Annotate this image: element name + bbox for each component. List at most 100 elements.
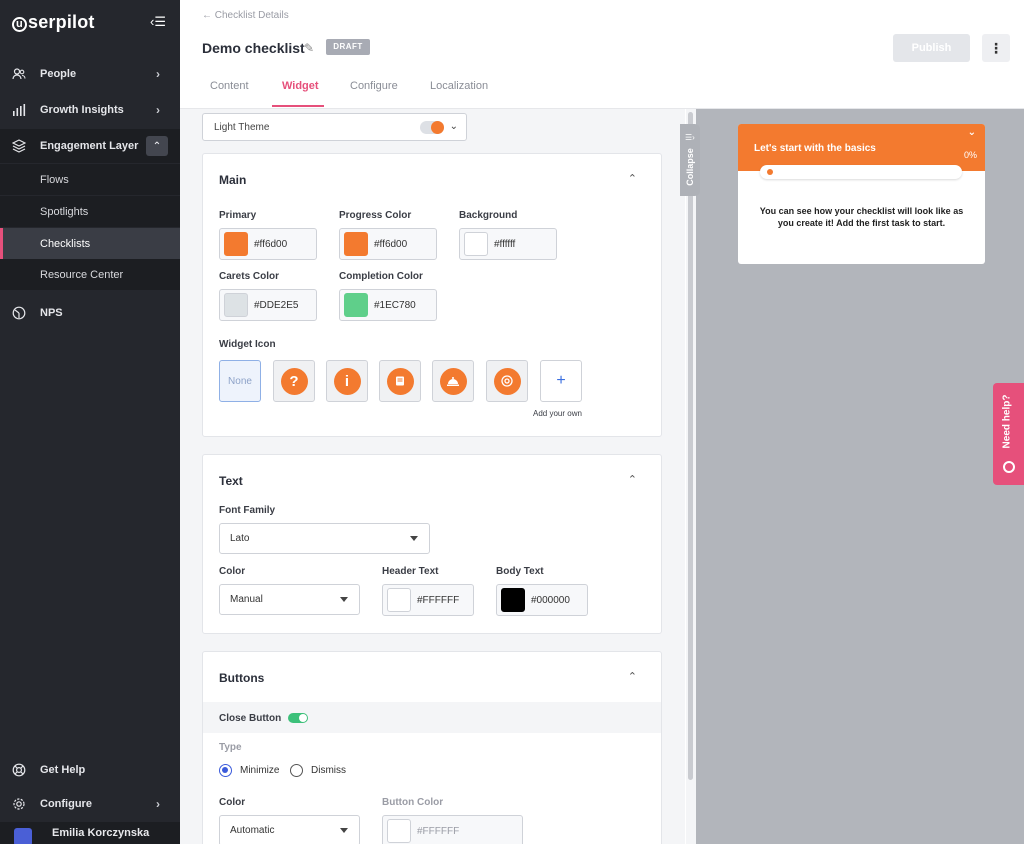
lifebuoy-icon [11,762,27,778]
chevron-up-icon[interactable]: ⌃ [628,670,637,683]
sidebar-item-engagement-layer[interactable]: Engagement Layer ⌃ [0,129,180,163]
sidebar-item-configure[interactable]: Configure › [0,787,180,821]
lifebuoy-icon [1003,461,1015,473]
info-icon: i [333,367,361,395]
header-text-swatch[interactable] [387,588,411,612]
progress-swatch[interactable] [344,232,368,256]
need-help-tab[interactable]: Need help? [993,383,1024,485]
lifebuoy-icon [493,367,521,395]
widget-icon-book[interactable] [379,360,421,402]
button-color-swatch[interactable] [387,819,411,843]
collapse-sidebar-icon[interactable]: ‹☰ [150,14,166,30]
background-swatch[interactable] [464,232,488,256]
primary-swatch[interactable] [224,232,248,256]
completion-color-field[interactable]: #1EC780 [339,289,437,321]
edit-pencil-icon[interactable]: ✎ [304,41,314,55]
widget-settings-panel: Light Theme ⌄ Main ⌃ Primary #ff6d00 Pro… [180,109,685,844]
sidebar-item-resource-center[interactable]: Resource Center [0,259,180,290]
font-family-select[interactable]: Lato [219,523,430,554]
add-icon-button[interactable]: + [540,360,582,402]
button-color-field[interactable]: #FFFFFF [382,815,523,844]
tab-widget[interactable]: Widget [282,80,319,92]
buttons-card: Buttons ⌃ Close Button Type Minimize Dis… [202,651,662,844]
theme-toggle[interactable] [420,121,444,134]
gear-icon [11,796,27,812]
widget-icon-info[interactable]: i [326,360,368,402]
primary-label: Primary [219,210,257,221]
add-your-own-label: Add your own [533,409,582,418]
minimize-radio[interactable] [219,764,232,777]
tab-content[interactable]: Content [210,80,249,92]
primary-color-field[interactable]: #ff6d00 [219,228,317,260]
progress-color-label: Progress Color [339,210,412,221]
chevron-right-icon: › [156,797,160,811]
widget-icon-question[interactable]: ? [273,360,315,402]
button-color-mode-select[interactable]: Automatic [219,815,360,844]
dropdown-caret-icon [340,597,348,602]
widget-icon-none[interactable]: None [219,360,261,402]
breadcrumb[interactable]: ← Checklist Details [202,10,289,21]
service-bell-icon [439,367,467,395]
button-color-mode-label: Color [219,797,246,808]
chevron-down-icon: ⌄ [449,121,458,132]
completion-swatch[interactable] [344,293,368,317]
userpilot-logo[interactable]: u serpilot [12,12,95,33]
theme-select[interactable]: Light Theme ⌄ [202,113,467,141]
page-title: Demo checklist [202,40,305,56]
publish-button[interactable]: Publish [893,34,970,62]
text-card: Text ⌃ Font Family Lato Color Manual Hea… [202,454,662,634]
tab-configure[interactable]: Configure [350,80,398,92]
minimize-label: Minimize [240,765,280,776]
background-label: Background [459,210,518,221]
chevron-up-icon[interactable]: ⌃ [146,136,168,156]
people-icon [11,66,27,82]
dismiss-label: Dismiss [311,765,346,776]
collapse-preview-tab[interactable]: ☰› Collapse [680,124,700,196]
body-text-color-field[interactable]: #000000 [496,584,588,616]
widget-title: Let's start with the basics [754,143,876,154]
main-card: Main ⌃ Primary #ff6d00 Progress Color #f… [202,153,662,437]
body-text-swatch[interactable] [501,588,525,612]
status-badge: DRAFT [326,39,370,55]
sidebar-item-growth-insights[interactable]: Growth Insights › [0,93,180,127]
close-button-toggle[interactable] [288,713,308,723]
background-color-field[interactable]: #ffffff [459,228,557,260]
tab-localization[interactable]: Localization [430,80,488,92]
body-text-label: Body Text [496,566,544,577]
sidebar-item-people[interactable]: People › [0,57,180,91]
panel-scrollbar[interactable] [688,112,693,780]
sidebar-item-spotlights[interactable]: Spotlights [0,196,180,227]
more-options-icon[interactable]: ⋮ [982,34,1010,62]
widget-body-text: You can see how your checklist will look… [759,206,964,228]
completion-color-label: Completion Color [339,271,423,282]
close-button-label: Close Button [219,713,282,724]
nps-gauge-icon [11,305,27,321]
carets-swatch[interactable] [224,293,248,317]
user-profile[interactable]: Emilia Korczynska [0,822,180,844]
header-text-label: Header Text [382,566,439,577]
chevron-down-icon[interactable]: ⌄ [968,127,976,138]
chevron-up-icon[interactable]: ⌃ [628,172,637,185]
question-icon: ? [280,367,308,395]
text-color-label: Color [219,566,246,577]
sidebar: u serpilot ‹☰ People › Growth Insights › … [0,0,180,844]
header-text-color-field[interactable]: #FFFFFF [382,584,474,616]
sidebar-item-checklists[interactable]: Checklists [0,228,180,259]
text-color-mode-select[interactable]: Manual [219,584,360,615]
active-tab-indicator [272,105,324,107]
chevron-right-icon: › [156,103,160,117]
progress-color-field[interactable]: #ff6d00 [339,228,437,260]
chevron-up-icon[interactable]: ⌃ [628,473,637,486]
dismiss-radio[interactable] [290,764,303,777]
close-button-row: Close Button [203,702,661,733]
widget-icon-bell[interactable] [432,360,474,402]
sidebar-item-flows[interactable]: Flows [0,164,180,195]
bar-chart-icon [11,102,27,118]
widget-icon-label: Widget Icon [219,339,276,350]
sidebar-item-get-help[interactable]: Get Help [0,753,180,787]
dropdown-caret-icon [340,828,348,833]
main-card-title: Main [219,173,247,187]
sidebar-item-nps[interactable]: NPS [0,296,180,330]
widget-icon-lifebuoy[interactable] [486,360,528,402]
carets-color-field[interactable]: #DDE2E5 [219,289,317,321]
